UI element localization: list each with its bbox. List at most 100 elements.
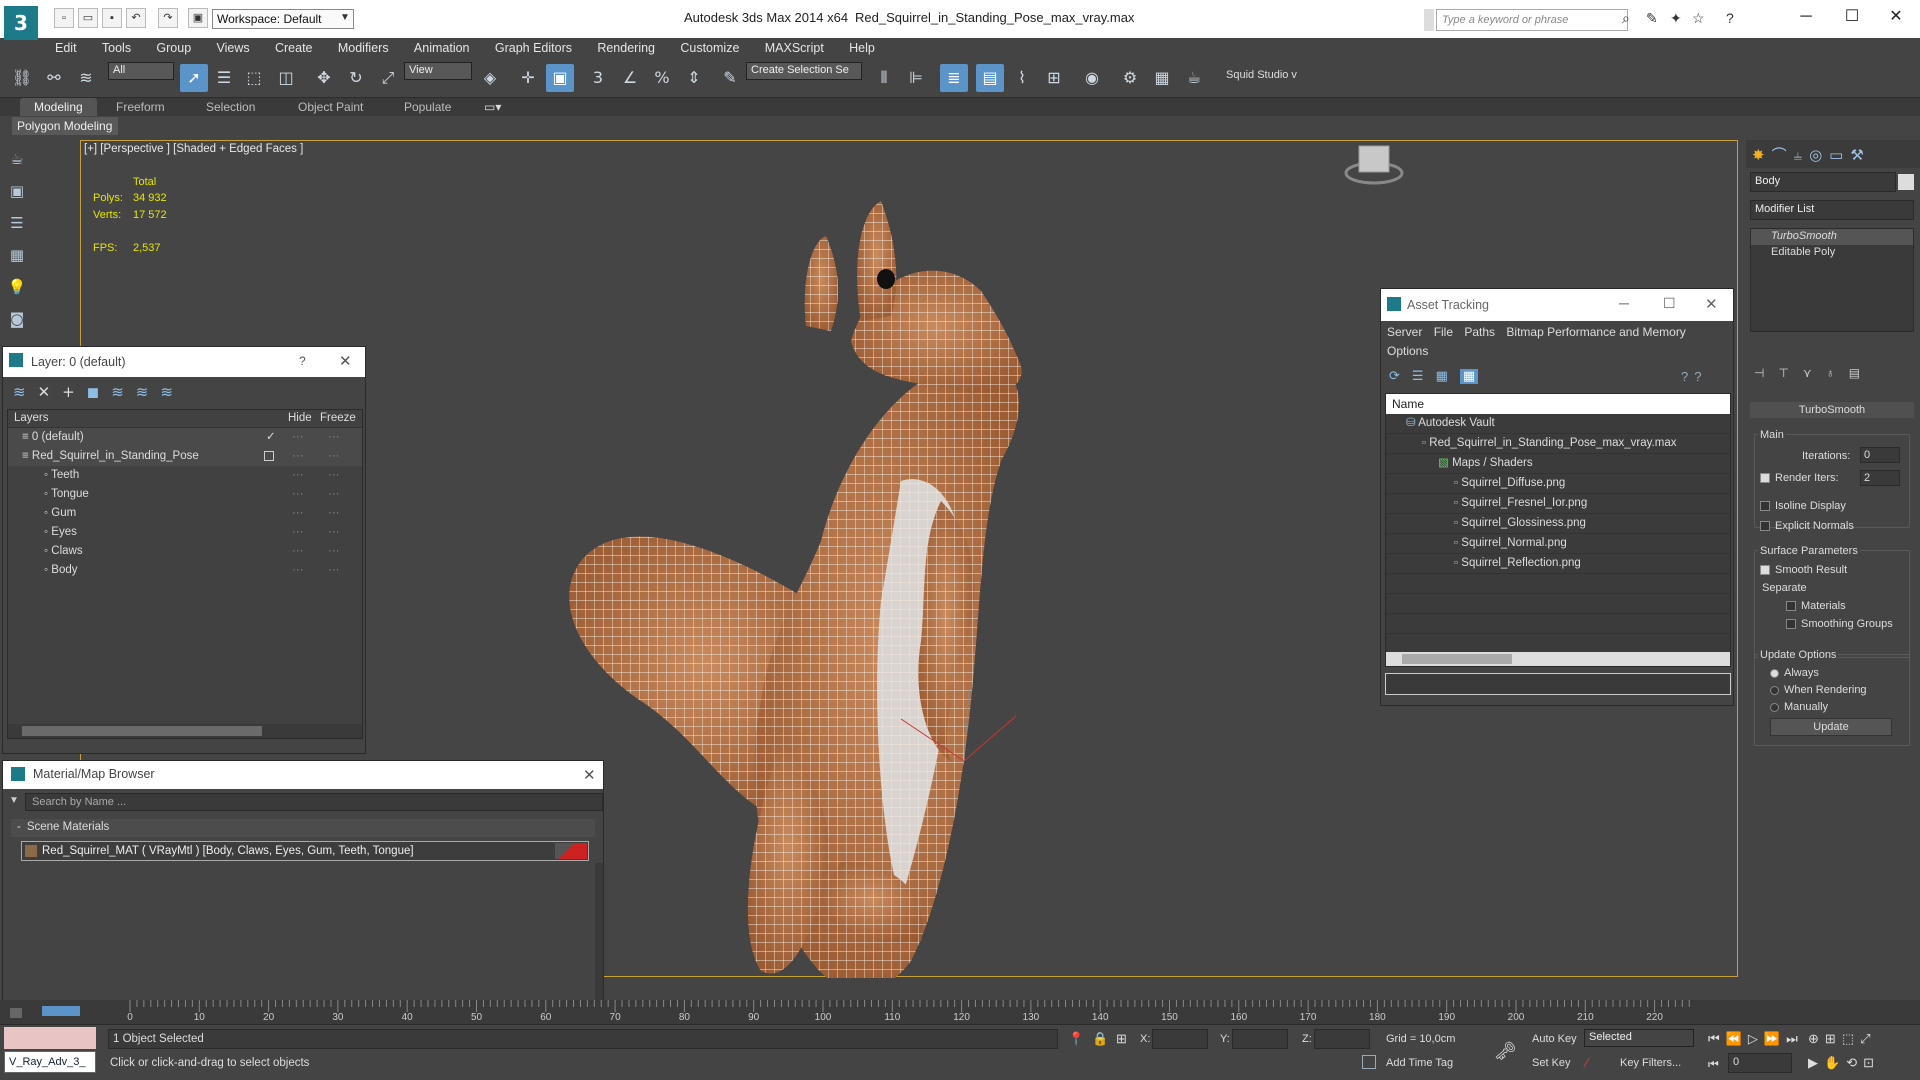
col-freeze[interactable]: Freeze	[320, 412, 356, 424]
asset-row[interactable]: ▧ Maps / Shaders	[1386, 454, 1730, 474]
scale-icon[interactable]: ⤢	[374, 64, 402, 92]
move-icon[interactable]: ✥	[310, 64, 338, 92]
pin-icon[interactable]: 📍	[1068, 1031, 1084, 1047]
menu-bitmap-performance[interactable]: Bitmap Performance and Memory	[1506, 325, 1685, 339]
layer-row[interactable]: ◦ Claws ··· ···	[8, 542, 362, 561]
freeze-toggle[interactable]: ···	[328, 485, 340, 504]
asset-row[interactable]: ▫ Squirrel_Reflection.png	[1386, 554, 1730, 574]
help-icon[interactable]: ?	[1681, 369, 1694, 384]
select-in-layer-icon[interactable]: ◼	[87, 383, 111, 401]
z-coordinate-field[interactable]	[1314, 1029, 1370, 1049]
table-view-icon[interactable]: ▦	[1459, 369, 1479, 384]
selection-filter-dropdown[interactable]: All	[108, 62, 174, 80]
time-slider-thumb[interactable]	[42, 1006, 80, 1016]
teapot-icon[interactable]: ☕	[4, 146, 30, 172]
scroll-thumb[interactable]	[1402, 654, 1512, 664]
close-icon[interactable]: ✕	[339, 352, 352, 370]
menu-animation[interactable]: Animation	[403, 38, 481, 58]
iterations-spinner[interactable]: 0	[1860, 447, 1900, 463]
menu-views[interactable]: Views	[206, 38, 261, 58]
save-icon[interactable]: ▪	[102, 8, 122, 28]
stack-item-turbosmooth[interactable]: TurboSmooth	[1751, 229, 1913, 245]
hide-toggle[interactable]: ···	[292, 523, 304, 542]
unlink-icon[interactable]: ⚯	[40, 64, 68, 92]
hide-toggle[interactable]: ···	[292, 561, 304, 580]
toggle-ribbon-icon[interactable]: ▤	[976, 64, 1004, 92]
polygon-modeling-tab[interactable]: Polygon Modeling	[12, 117, 118, 135]
minimize-button[interactable]: ─	[1619, 295, 1629, 311]
ribbon-options-icon[interactable]: ▭▾	[484, 100, 501, 114]
maxscript-listener-input[interactable]: V_Ray_Adv_3_	[4, 1051, 96, 1073]
object-name-field[interactable]: Body	[1750, 172, 1896, 192]
freeze-toggle[interactable]: ···	[328, 428, 340, 447]
smooth-result-checkbox[interactable]	[1760, 565, 1770, 576]
communication-icon[interactable]: ✦	[1670, 10, 1682, 27]
align-icon[interactable]: ⊫	[902, 64, 930, 92]
maxscript-listener-top[interactable]	[4, 1027, 96, 1049]
tab-modeling[interactable]: Modeling	[20, 98, 97, 116]
asset-row[interactable]: ▫ Squirrel_Fresnel_Ior.png	[1386, 494, 1730, 514]
favorites-star-icon[interactable]: ☆	[1692, 10, 1705, 27]
smoothing-groups-checkbox[interactable]	[1786, 619, 1796, 630]
close-window-button[interactable]: ✕	[1876, 4, 1916, 30]
configure-sets-icon[interactable]: ▤	[1849, 366, 1874, 380]
pan-icon[interactable]: ✋	[1824, 1055, 1846, 1070]
menu-graph-editors[interactable]: Graph Editors	[484, 38, 583, 58]
highlight-layer-icon[interactable]: ≋	[111, 383, 136, 401]
set-keys-icon[interactable]: ∕	[1586, 1055, 1588, 1070]
isoline-checkbox[interactable]	[1760, 501, 1770, 512]
utilities-tab-icon[interactable]: ⚒	[1850, 146, 1870, 164]
current-frame-field[interactable]: 0	[1728, 1053, 1792, 1073]
grid-icon[interactable]: ▦	[4, 242, 30, 268]
menu-options[interactable]: Options	[1387, 344, 1428, 358]
layer-row[interactable]: ≡ 0 (default) ··· ··· ✓	[8, 428, 362, 447]
snaps-toggle-icon[interactable]: 3	[584, 64, 612, 92]
material-search-input[interactable]: Search by Name ...	[25, 793, 603, 811]
time-tag-icon[interactable]	[1362, 1055, 1376, 1069]
menu-server[interactable]: Server	[1387, 325, 1422, 339]
light-bulb-icon[interactable]: 💡	[4, 274, 30, 300]
render-iters-checkbox[interactable]	[1760, 473, 1770, 484]
squid-studio-label[interactable]: Squid Studio v	[1226, 69, 1297, 81]
update-button[interactable]: Update	[1770, 718, 1892, 736]
app-logo-icon[interactable]: 3	[4, 6, 38, 40]
edit-named-selection-icon[interactable]: ✎	[716, 64, 744, 92]
col-layers[interactable]: Layers	[14, 412, 49, 424]
stack-item-editable-poly[interactable]: Editable Poly	[1751, 245, 1913, 261]
close-icon[interactable]: ✕	[1705, 295, 1718, 313]
angle-snap-icon[interactable]: ∠	[616, 64, 644, 92]
workspace-dropdown[interactable]: Workspace: Default	[212, 9, 354, 29]
select-object-icon[interactable]: ➚	[180, 64, 208, 92]
help-search-input[interactable]: Type a keyword or phrase	[1436, 9, 1628, 31]
camera-icon[interactable]: ◙	[4, 306, 30, 332]
materials-checkbox[interactable]	[1786, 601, 1796, 612]
x-coordinate-field[interactable]	[1152, 1029, 1208, 1049]
asset-row[interactable]: ▫ Red_Squirrel_in_Standing_Pose_max_vray…	[1386, 434, 1730, 454]
asset-row[interactable]: ▫ Squirrel_Normal.png	[1386, 534, 1730, 554]
delete-layer-icon[interactable]: ✕	[38, 383, 63, 401]
link-icon[interactable]: ⛓	[8, 64, 36, 92]
show-end-result-icon[interactable]: ⊤	[1778, 366, 1802, 380]
add-to-layer-icon[interactable]: +	[62, 383, 87, 401]
y-coordinate-field[interactable]	[1232, 1029, 1288, 1049]
rotate-icon[interactable]: ↻	[342, 64, 370, 92]
play-icon[interactable]: ▷	[1748, 1031, 1764, 1046]
hide-all-icon[interactable]: ≋	[136, 383, 161, 401]
render-production-icon[interactable]: ☕	[1180, 64, 1208, 92]
hide-toggle[interactable]: ···	[292, 504, 304, 523]
min-max-toggle-icon[interactable]: ⊡	[1863, 1055, 1880, 1070]
always-radio[interactable]	[1770, 668, 1779, 678]
horizontal-scrollbar[interactable]	[1386, 652, 1730, 666]
help-icon[interactable]: ?	[1726, 10, 1734, 26]
list-icon[interactable]: ☰	[4, 210, 30, 236]
viewport-label[interactable]: [+] [Perspective ] [Shaded + Edged Faces…	[84, 143, 303, 155]
active-layer-check-icon[interactable]: ✓	[266, 428, 276, 447]
go-to-start-icon[interactable]: ⏮	[1708, 1031, 1726, 1046]
material-editor-icon[interactable]: ◉	[1078, 64, 1106, 92]
vertical-scrollbar[interactable]	[595, 863, 603, 1013]
new-file-icon[interactable]: ▫	[54, 8, 74, 28]
scene-materials-group[interactable]: - Scene Materials	[11, 819, 595, 837]
select-manipulate-icon[interactable]: ✛	[514, 64, 542, 92]
redo-icon[interactable]: ↷	[158, 8, 178, 28]
chevron-down-icon[interactable]: ▼	[9, 795, 21, 806]
